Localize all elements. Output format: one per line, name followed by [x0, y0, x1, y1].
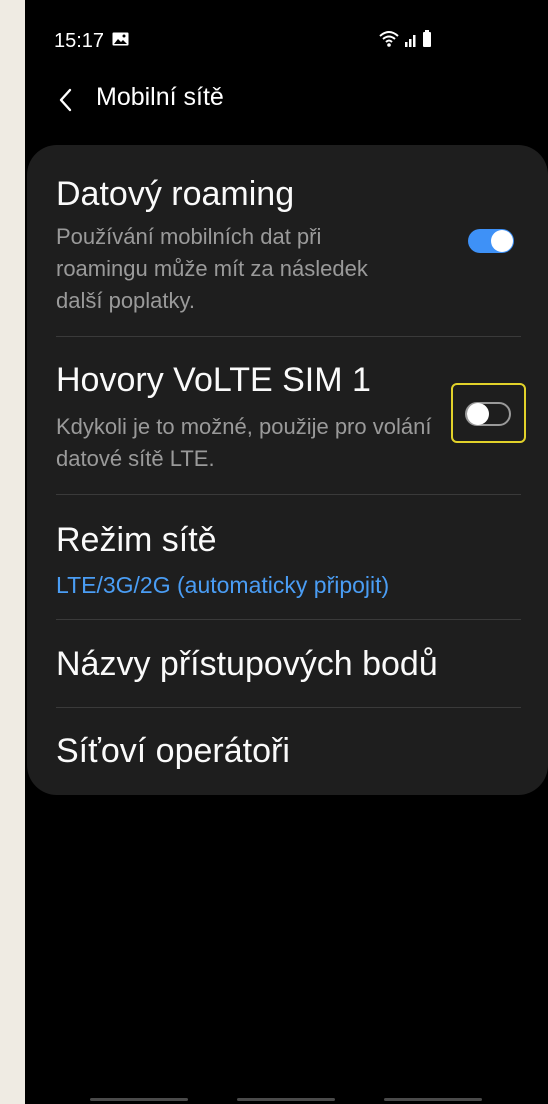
data-roaming-title: Datový roaming: [56, 175, 295, 213]
back-arrow-icon[interactable]: [50, 82, 86, 118]
network-mode-title: Režim sítě: [56, 521, 217, 559]
network-mode-value: LTE/3G/2G (automaticky připojit): [56, 572, 390, 598]
volte-title: Hovory VoLTE SIM 1: [56, 361, 371, 399]
setting-data-roaming[interactable]: Datový roaming Používání mobilních dat p…: [27, 145, 548, 335]
wifi-icon: [379, 31, 399, 47]
nav-home-button[interactable]: [237, 1098, 335, 1101]
signal-icon: [405, 35, 416, 47]
setting-network-mode[interactable]: Režim sítě LTE/3G/2G (automaticky připoj…: [27, 495, 548, 619]
settings-card: Datový roaming Používání mobilních dat p…: [27, 145, 548, 795]
navigation-bar: [25, 1094, 548, 1104]
toggle-knob: [491, 230, 513, 252]
nav-back-button[interactable]: [384, 1098, 482, 1101]
data-roaming-subtitle: Používání mobilních dat při roamingu můž…: [56, 224, 368, 313]
phone-screen: 15:17 Mobilní sítě Datový roaming Použív…: [25, 0, 548, 1104]
app-bar: Mobilní sítě: [25, 70, 548, 130]
status-time: 15:17: [54, 30, 105, 52]
battery-icon: [423, 30, 431, 47]
volte-subtitle: Kdykoli je to možné, použije pro volání …: [56, 414, 432, 471]
nav-recent-button[interactable]: [90, 1098, 188, 1101]
operators-title: Síťoví operátoři: [56, 732, 290, 770]
status-bar: 15:17: [25, 0, 548, 80]
setting-apn[interactable]: Názvy přístupových bodů: [27, 620, 548, 707]
data-roaming-toggle[interactable]: [468, 229, 514, 253]
status-icons: [379, 30, 431, 47]
setting-operators[interactable]: Síťoví operátoři: [27, 708, 548, 795]
apn-title: Názvy přístupových bodů: [56, 645, 438, 683]
photo-icon: [112, 32, 129, 46]
page-title: Mobilní sítě: [96, 83, 224, 111]
highlight-box: [451, 383, 526, 443]
